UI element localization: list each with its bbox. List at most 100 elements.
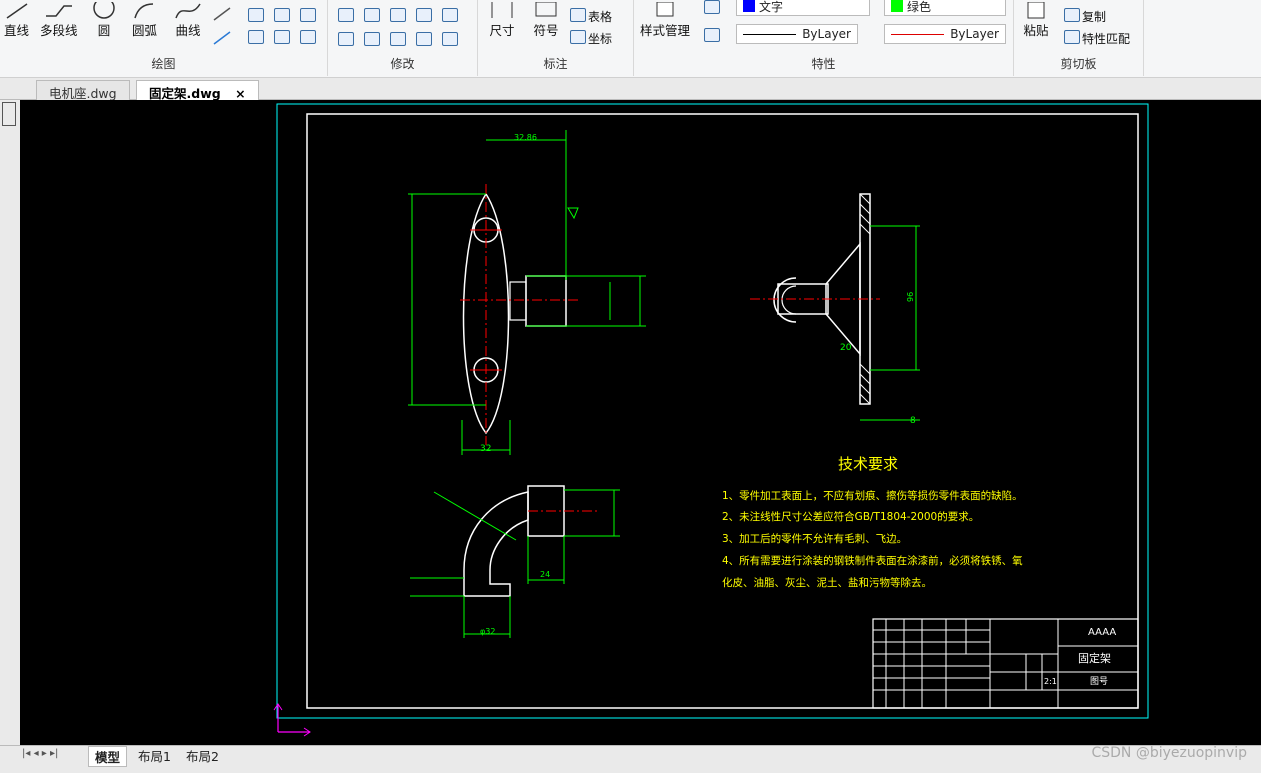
ray-icon[interactable] [212,30,232,46]
linetype-dropdown[interactable]: ByLayer [736,24,858,44]
color-value: 绿色 [907,0,932,14]
green-swatch-icon [891,0,903,12]
circle-label: 圆 [97,23,111,38]
hatch-icon[interactable] [248,30,264,44]
style-manager-button[interactable]: 样式管理 [640,2,690,39]
lineweight-preview [891,33,945,35]
linetype-preview [743,33,797,35]
ucs-icon [273,703,311,737]
technical-requirements: 技术要求 1、零件加工表面上，不应有划痕、擦伤等损伤零件表面的缺陷。 2、未注线… [722,455,1023,589]
tab-file-2[interactable]: 固定架.dwg × [136,80,259,101]
lineweight-value: ByLayer [950,27,999,41]
rotate-icon[interactable] [390,32,406,46]
lineweight-dropdown[interactable]: ByLayer [884,24,1006,44]
arc-button[interactable]: 圆弧 [132,2,157,39]
circle-button[interactable]: 圆 [92,2,116,39]
linetype-icon[interactable] [704,28,720,42]
style-manager-label: 样式管理 [640,23,691,38]
paste-button[interactable]: 粘贴 [1022,2,1050,39]
mirror-icon[interactable] [390,8,406,22]
dim-24-text: 24 [540,570,550,579]
table-label[interactable]: 表格 [588,8,612,25]
polyline-icon [45,5,72,17]
region-icon[interactable] [300,30,316,44]
annotation-panel: 尺寸 符号 表格 坐标 标注 [478,0,634,76]
curve-icon [175,3,201,19]
match-properties-icon[interactable] [1064,30,1080,44]
move-icon[interactable] [338,8,354,22]
line-icon [6,3,27,19]
watermark: CSDN @biyezuopinvip [1091,745,1247,761]
trim-icon[interactable] [364,8,380,22]
drawing-canvas[interactable]: 32.86 32 20 8 96 24 φ32 技术要求 1、零件加工表面上，不… [20,100,1261,745]
scale-icon[interactable] [338,32,354,46]
left-toolbar [0,78,20,748]
text-style-dropdown[interactable]: 文字 [736,0,870,16]
line-label: 直线 [4,23,30,38]
tech-req-2: 2、未注线性尺寸公差应符合GB/T1804-2000的要求。 [722,510,979,523]
tech-req-1: 1、零件加工表面上，不应有划痕、擦伤等损伤零件表面的缺陷。 [722,489,1023,502]
title-block: AAAA 固定架 图号 2:1 [872,618,1139,709]
dimension-icon [491,2,513,18]
tech-title: 技术要求 [838,455,898,473]
annotation-group-label: 标注 [543,57,568,71]
symbol-button[interactable]: 符号 [532,2,560,39]
tab-file-1[interactable]: 电机座.dwg [36,80,130,101]
dim-8-text: 8 [910,416,916,426]
tab-layout2[interactable]: 布局2 [180,746,225,765]
dim-r-text: φ32 [480,627,495,636]
match-properties-label[interactable]: 特性匹配 [1082,30,1130,47]
scale-text: 2:1 [1044,677,1057,686]
paste-icon [1027,2,1045,19]
tab-layout1[interactable]: 布局1 [132,746,177,765]
tab-file-1-label: 电机座.dwg [49,86,117,101]
coord-icon[interactable] [570,30,586,44]
polyline-button[interactable]: 多段线 [40,2,78,39]
tab-model[interactable]: 模型 [88,746,128,767]
blue-swatch-icon [743,0,755,12]
circle-icon [93,2,115,19]
linetype-value: ByLayer [802,27,851,41]
copy-label[interactable]: 复制 [1082,8,1106,25]
properties-panel: 样式管理 文字 绿色 ByLayer ByLayer 特性 [634,0,1014,76]
copy-object-icon[interactable] [416,32,432,46]
point-icon[interactable] [300,8,316,22]
file-tabs: 电机座.dwg 固定架.dwg × [0,78,1261,101]
dim-20-text: 20 [840,343,852,353]
line-button[interactable]: 直线 [4,2,29,39]
draw-panel: 直线 多段线 圆 圆弧 曲线 绘图 [0,0,328,76]
clipboard-panel: 粘贴 复制 特性匹配 剪切板 [1014,0,1144,76]
company-text: AAAA [1088,627,1116,638]
construct-line-icon[interactable] [212,6,232,22]
array-icon[interactable] [442,8,458,22]
curve-button[interactable]: 曲线 [174,2,202,39]
tab-file-2-label: 固定架.dwg [149,86,221,101]
dim-top-text: 32.86 [514,133,537,142]
arc-label: 圆弧 [132,23,158,38]
rectangle-icon[interactable] [274,8,290,22]
coord-label[interactable]: 坐标 [588,30,612,47]
stretch-icon[interactable] [364,32,380,46]
copy-icon[interactable] [1064,8,1080,22]
sheet-border [276,103,1149,719]
offset-icon[interactable] [416,8,432,22]
symbol-icon [535,2,557,17]
part-name-text: 固定架 [1078,651,1111,665]
symbol-label: 符号 [533,23,559,38]
boundary-icon[interactable] [274,30,290,44]
explode-icon[interactable] [442,32,458,46]
cad-drawing[interactable]: 32.86 32 20 8 96 24 φ32 技术要求 1、零件加工表面上，不… [20,100,1261,745]
drawing-no-text: 图号 [1090,676,1108,687]
draw-group-label: 绘图 [151,57,176,71]
layer-icon[interactable] [704,0,720,14]
ellipse-icon[interactable] [248,8,264,22]
color-dropdown[interactable]: 绿色 [884,0,1006,16]
side-view: 20 8 96 [750,193,920,426]
arc-icon [133,3,153,19]
layout-nav-icons[interactable]: |◂ ◂ ▸ ▸| [22,748,58,759]
properties-palette-icon[interactable] [2,102,16,126]
table-icon[interactable] [570,8,586,22]
close-tab-icon[interactable]: × [235,86,245,101]
modify-group-label: 修改 [390,57,415,71]
dimension-button[interactable]: 尺寸 [488,2,516,39]
